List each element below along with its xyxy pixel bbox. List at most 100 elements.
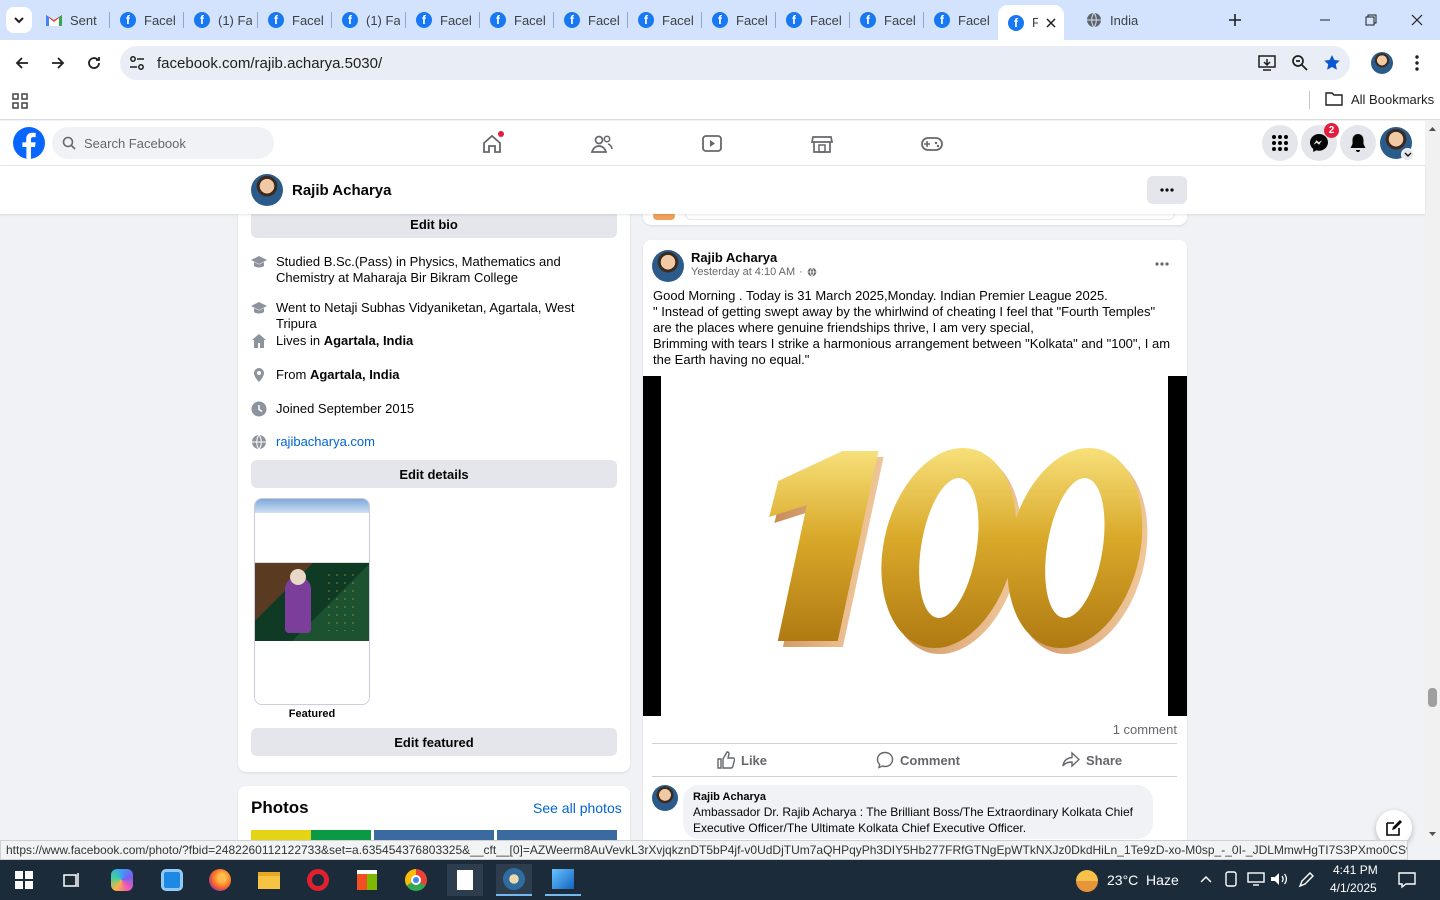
forward-button[interactable] (45, 50, 71, 76)
bookmark-star-icon[interactable] (1323, 54, 1341, 72)
browser-tab[interactable]: f (1) Fa (332, 5, 404, 35)
bell-icon (1350, 134, 1366, 152)
post-image[interactable]: 100 (643, 376, 1187, 716)
browser-menu-icon[interactable] (1414, 54, 1420, 72)
edit-bio-button[interactable]: Edit bio (251, 210, 617, 238)
profile-avatar[interactable] (251, 174, 283, 206)
clock-date[interactable]: 4/1/2025 (1330, 881, 1377, 895)
scroll-down-icon[interactable] (1425, 828, 1440, 840)
scrollbar-thumb[interactable] (1428, 688, 1437, 707)
post-author-name[interactable]: Rajib Acharya (691, 250, 777, 265)
minimize-button[interactable] (1302, 0, 1348, 40)
facebook-favicon: f (490, 12, 506, 28)
page-scrollbar[interactable] (1425, 121, 1440, 840)
facebook-search-box[interactable]: Search Facebook (52, 127, 274, 159)
browser-tab[interactable]: f Facel (702, 5, 774, 35)
comment-author[interactable]: Rajib Acharya (693, 791, 1143, 803)
scroll-up-icon[interactable] (1425, 123, 1440, 135)
commenter-avatar[interactable] (652, 785, 678, 811)
globe-icon (252, 434, 266, 450)
post-author-avatar[interactable] (652, 250, 684, 282)
meet-now-icon[interactable] (1224, 871, 1238, 887)
browser-tab[interactable]: f Facel (628, 5, 700, 35)
store-app[interactable] (349, 864, 385, 896)
nav-home-button[interactable] (478, 130, 506, 158)
app-blue[interactable] (154, 864, 190, 896)
clock-time[interactable]: 4:41 PM (1333, 863, 1378, 877)
post-options-button[interactable] (1150, 254, 1174, 274)
browser-tab[interactable]: Sent (36, 5, 108, 35)
browser-tab[interactable]: f Facel (776, 5, 848, 35)
intro-item-text: Studied B.Sc.(Pass) in Physics, Mathemat… (276, 254, 561, 285)
file-explorer-app[interactable] (251, 864, 287, 896)
weather-text[interactable]: 23°C Haze (1107, 872, 1179, 888)
chrome-app[interactable] (398, 864, 434, 896)
browser-tab[interactable]: f Facel (480, 5, 552, 35)
zoom-icon[interactable] (1291, 54, 1309, 72)
pen-icon[interactable] (1297, 871, 1315, 889)
opera-app[interactable] (300, 864, 336, 896)
intro-website-link[interactable]: rajibacharya.com (276, 434, 375, 450)
tab-search-button[interactable] (6, 7, 32, 33)
photos-app[interactable] (545, 864, 581, 896)
install-app-icon[interactable] (1258, 54, 1276, 72)
nav-gaming-button[interactable] (918, 130, 946, 158)
browser-tab[interactable]: f Facel (110, 5, 182, 35)
copilot-app[interactable] (104, 864, 140, 896)
post-timestamp[interactable]: Yesterday at 4:10 AM (691, 266, 795, 278)
browser-tab[interactable]: f Facel (850, 5, 922, 35)
post-line: " Instead of getting swept away by the w… (653, 304, 1156, 335)
tab-close-button[interactable] (1046, 17, 1056, 28)
comment-button[interactable]: Comment (876, 745, 960, 775)
new-tab-button[interactable] (1222, 8, 1248, 32)
nav-video-button[interactable] (698, 130, 726, 158)
network-icon[interactable] (1247, 872, 1265, 886)
intro-item-place[interactable]: Agartala, India (310, 367, 400, 382)
task-view-button[interactable] (54, 864, 90, 896)
profile-name[interactable]: Rajib Acharya (292, 182, 392, 199)
url-text[interactable]: facebook.com/rajib.acharya.5030/ (157, 55, 382, 72)
browser-profile-avatar[interactable] (1371, 52, 1393, 74)
share-button[interactable]: Share (1062, 745, 1122, 775)
close-window-button[interactable] (1394, 0, 1440, 40)
reload-button[interactable] (81, 50, 107, 76)
restore-button[interactable] (1348, 0, 1394, 40)
notepad-app[interactable] (447, 864, 483, 896)
see-all-photos-link[interactable]: See all photos (533, 800, 622, 816)
edit-details-button[interactable]: Edit details (251, 460, 617, 488)
site-info-icon[interactable] (128, 54, 146, 72)
intro-item[interactable]: rajibacharya.com (251, 434, 617, 450)
browser-tab[interactable]: India (1076, 5, 1146, 35)
browser-tab[interactable]: f Facel (258, 5, 330, 35)
photo-thumb[interactable] (497, 830, 617, 840)
start-button[interactable] (6, 864, 42, 896)
notifications-button[interactable] (1340, 125, 1376, 161)
nav-friends-button[interactable] (588, 130, 616, 158)
gmail-icon (46, 15, 62, 26)
back-button[interactable] (9, 50, 35, 76)
firefox-app[interactable] (202, 864, 238, 896)
browser-tab[interactable]: f Facel (406, 5, 478, 35)
browser-tab[interactable]: f (1) Fa (184, 5, 256, 35)
photo-thumb[interactable] (374, 830, 494, 840)
comment-count[interactable]: 1 comment (1113, 722, 1177, 737)
all-bookmarks-button[interactable]: All Bookmarks (1325, 91, 1434, 107)
featured-story-thumbnail[interactable] (254, 498, 370, 705)
like-button[interactable]: Like (717, 745, 767, 775)
intro-item-place[interactable]: Agartala, India (324, 333, 414, 348)
photo-thumb[interactable] (251, 830, 371, 840)
menu-button[interactable] (1262, 125, 1298, 161)
profile-more-button[interactable] (1147, 176, 1187, 204)
volume-icon[interactable] (1270, 872, 1288, 886)
browser-tab[interactable]: f Facel (554, 5, 626, 35)
facebook-logo-icon[interactable] (13, 127, 45, 159)
account-chevron-icon[interactable] (1401, 148, 1414, 161)
active-app[interactable] (496, 864, 532, 896)
edit-featured-button[interactable]: Edit featured (251, 728, 617, 756)
tab-active[interactable]: fF (998, 5, 1064, 40)
nav-marketplace-button[interactable] (808, 130, 836, 158)
apps-grid-icon[interactable] (12, 93, 28, 109)
notification-center-button[interactable] (1398, 871, 1416, 889)
show-hidden-icons-button[interactable] (1199, 873, 1213, 885)
browser-tab[interactable]: f Facel (924, 5, 996, 35)
